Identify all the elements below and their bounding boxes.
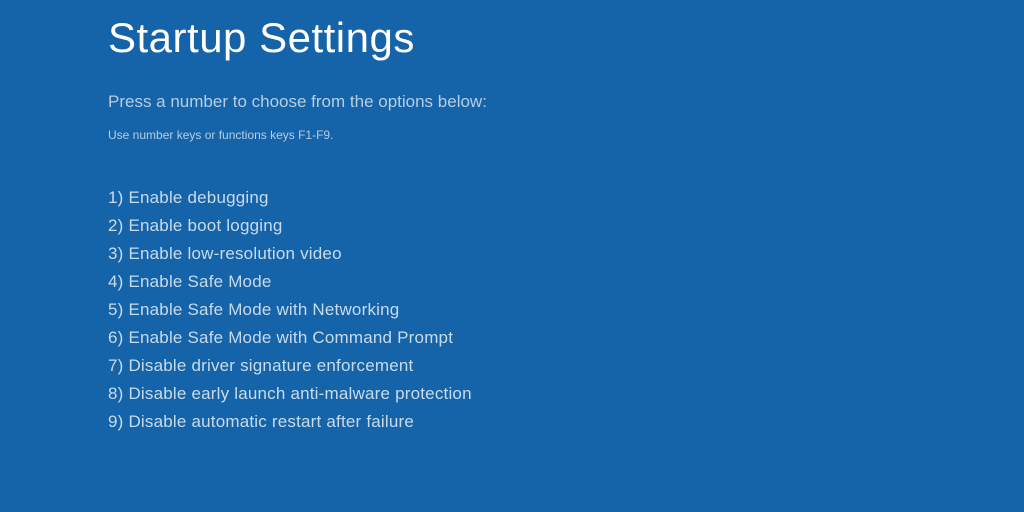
option-4[interactable]: 4) Enable Safe Mode (108, 272, 1024, 292)
option-9[interactable]: 9) Disable automatic restart after failu… (108, 412, 1024, 432)
option-3[interactable]: 3) Enable low-resolution video (108, 244, 1024, 264)
option-6[interactable]: 6) Enable Safe Mode with Command Prompt (108, 328, 1024, 348)
option-5[interactable]: 5) Enable Safe Mode with Networking (108, 300, 1024, 320)
options-list: 1) Enable debugging 2) Enable boot loggi… (108, 188, 1024, 432)
instruction-text: Press a number to choose from the option… (108, 92, 1024, 112)
option-1[interactable]: 1) Enable debugging (108, 188, 1024, 208)
page-title: Startup Settings (108, 14, 1024, 62)
option-7[interactable]: 7) Disable driver signature enforcement (108, 356, 1024, 376)
hint-text: Use number keys or functions keys F1-F9. (108, 128, 1024, 142)
option-8[interactable]: 8) Disable early launch anti-malware pro… (108, 384, 1024, 404)
option-2[interactable]: 2) Enable boot logging (108, 216, 1024, 236)
